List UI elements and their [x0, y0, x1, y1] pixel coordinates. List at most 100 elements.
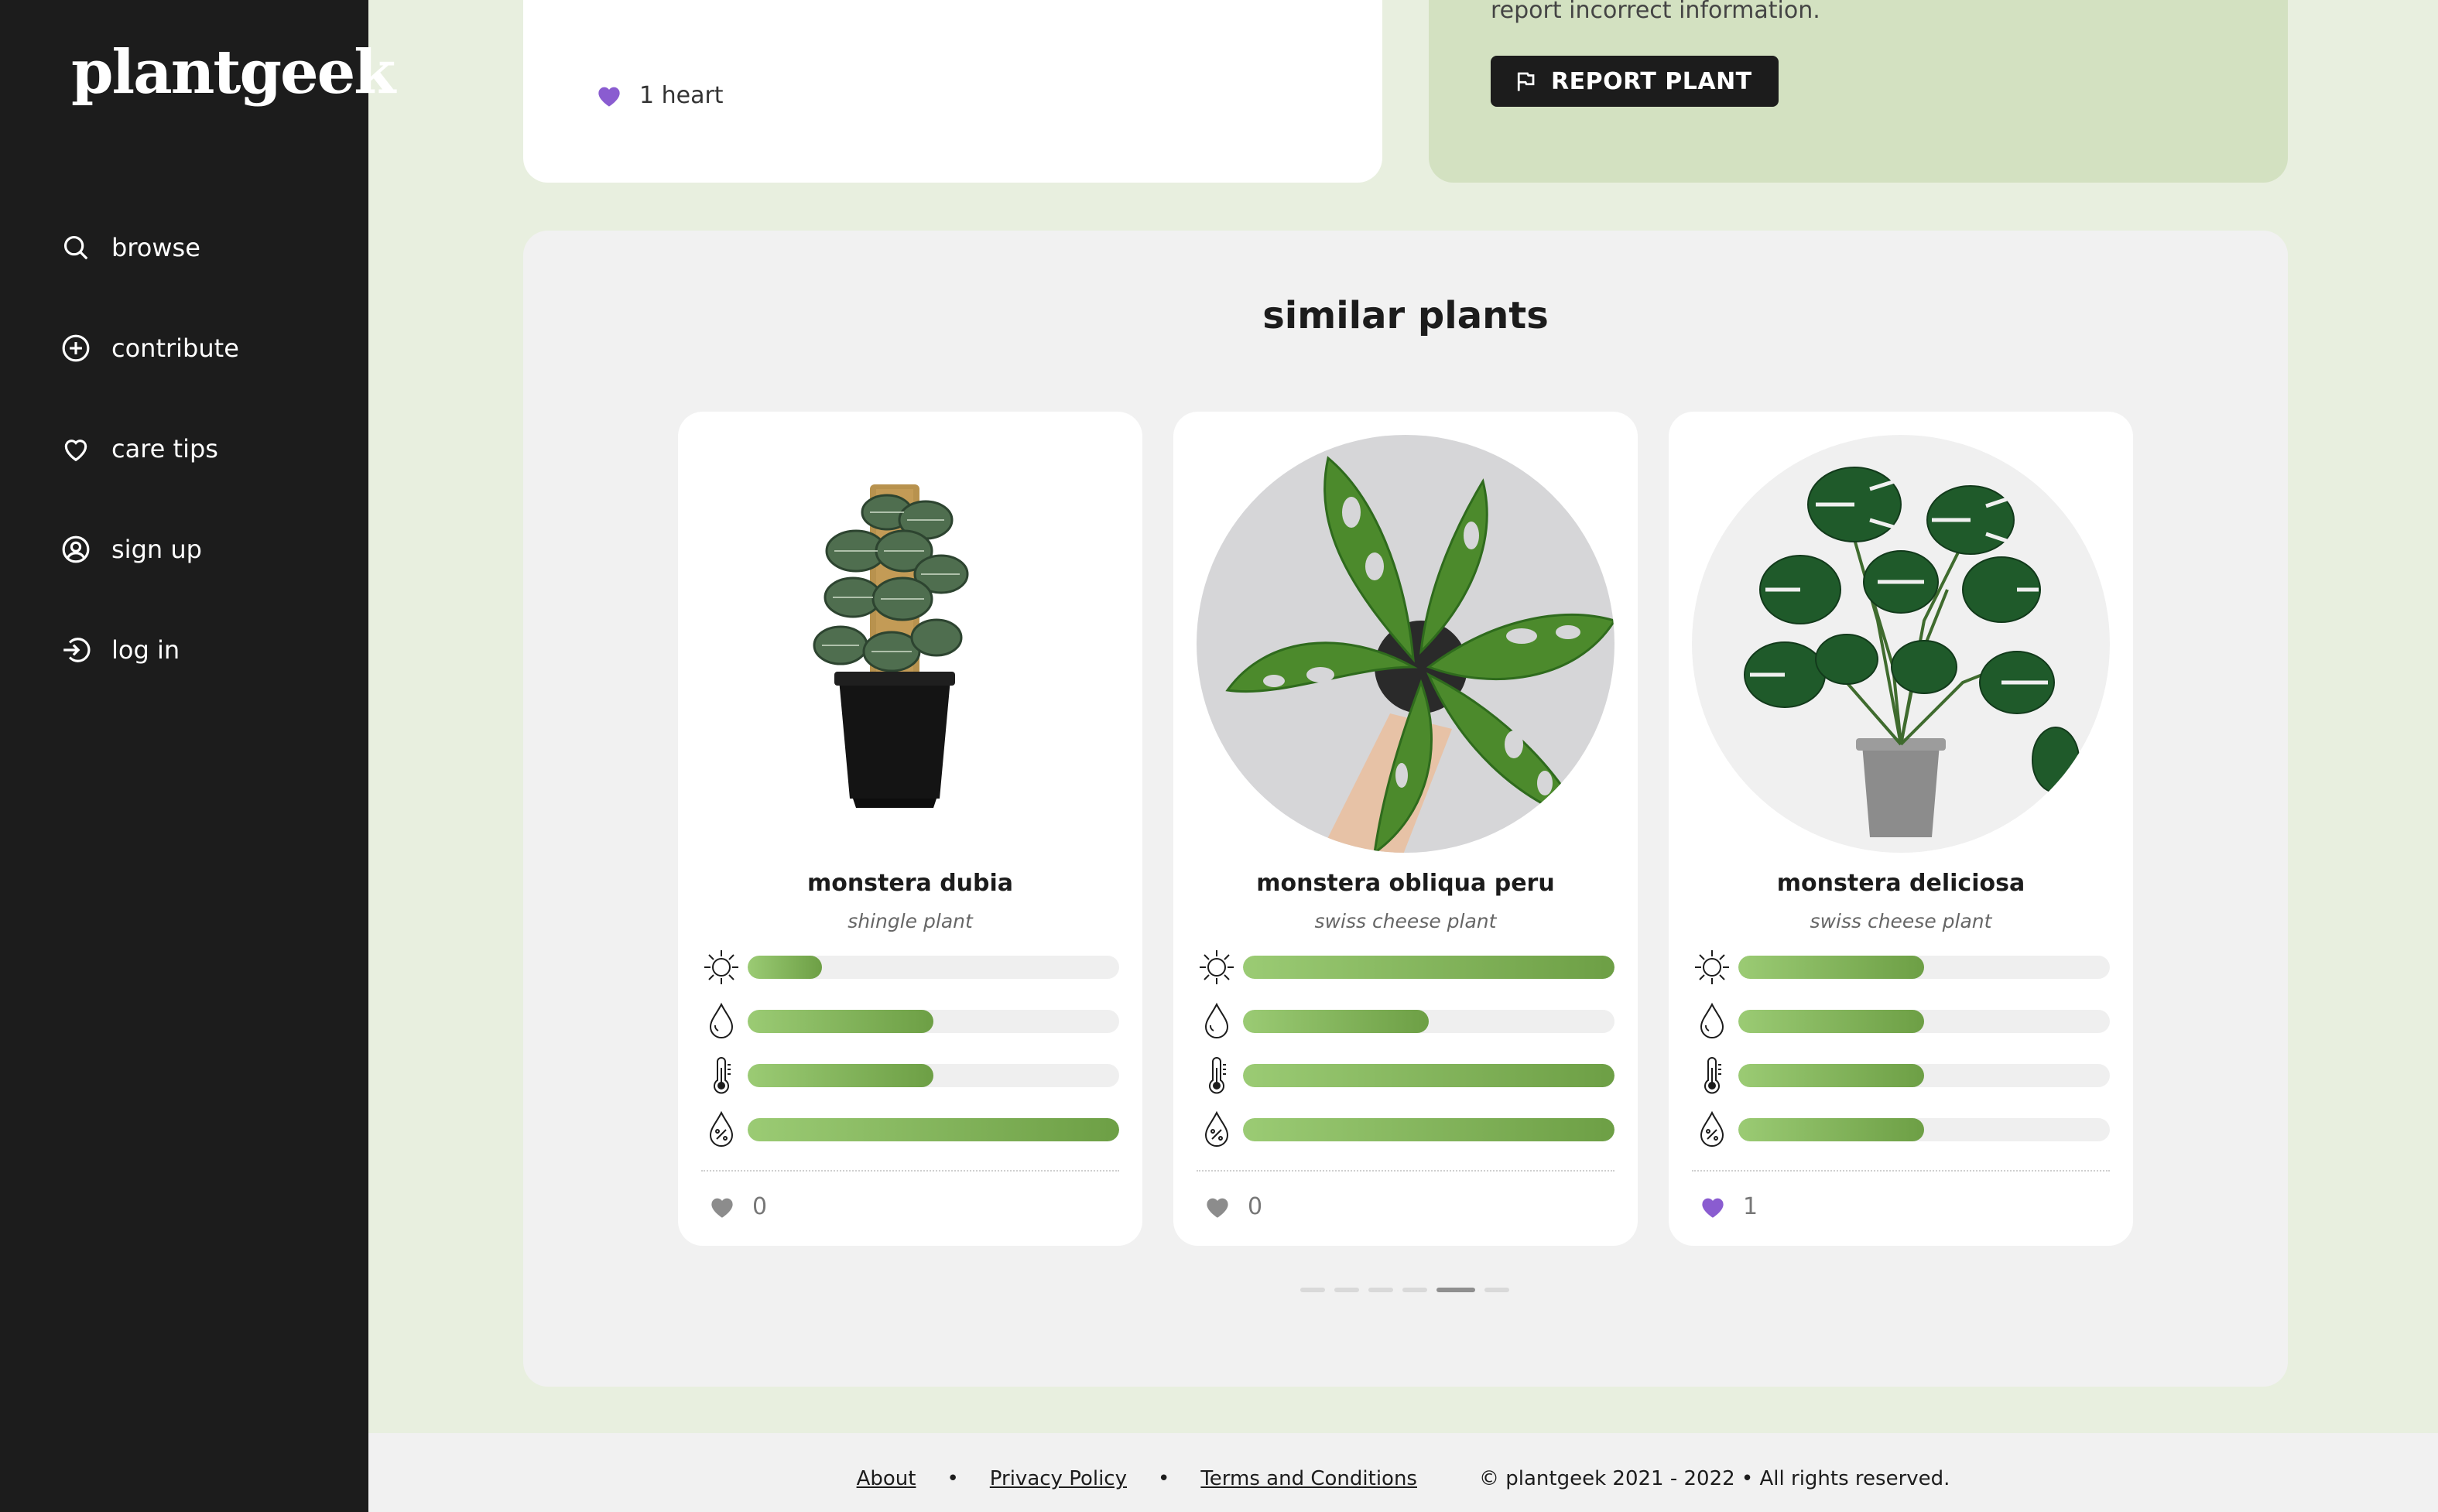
- card-hearts: 0: [1204, 1193, 1262, 1220]
- plant-card-monstera-deliciosa[interactable]: monstera deliciosa swiss cheese plant 1: [1669, 412, 2133, 1246]
- report-text: report incorrect information.: [1491, 0, 1820, 24]
- footer-about-link[interactable]: About: [857, 1467, 916, 1490]
- thermometer-icon: [1209, 1057, 1226, 1094]
- sidebar-item-log-in[interactable]: log in: [60, 627, 180, 673]
- sidebar-item-label: contribute: [111, 334, 239, 363]
- footer: About • Privacy Policy • Terms and Condi…: [368, 1433, 2438, 1512]
- sidebar: plantgeek browse contribute care tips si…: [0, 0, 395, 1512]
- light-fill: [1738, 956, 1924, 979]
- water-drop-icon: [709, 1002, 734, 1038]
- humidity-icon: [709, 1110, 734, 1147]
- carousel-dot[interactable]: [1334, 1288, 1359, 1292]
- humidity-fill: [1243, 1118, 1614, 1141]
- plant-name: monstera deliciosa: [1776, 870, 2025, 897]
- divider: [1197, 1170, 1614, 1172]
- temperature-stat: [1197, 1054, 1614, 1097]
- light-stat: [701, 946, 1119, 989]
- plus-circle-icon: [60, 333, 91, 364]
- heart-icon[interactable]: [709, 1196, 735, 1219]
- login-icon: [60, 635, 91, 665]
- plant-card-monstera-dubia[interactable]: monstera dubia shingle plant 0: [678, 412, 1142, 1246]
- plant-image[interactable]: [1692, 435, 2110, 853]
- temperature-fill: [1243, 1064, 1614, 1087]
- thermometer-icon: [1704, 1057, 1721, 1094]
- sidebar-item-label: browse: [111, 233, 200, 262]
- plant-image[interactable]: [1197, 435, 1614, 853]
- card-hearts: 0: [709, 1193, 767, 1220]
- footer-copyright: © plantgeek 2021 - 2022 • All rights res…: [1478, 1467, 1950, 1490]
- carousel-dots: [1300, 1288, 1519, 1292]
- heart-icon[interactable]: [1700, 1196, 1726, 1219]
- sidebar-item-care-tips[interactable]: care tips: [60, 426, 218, 472]
- heart-count-text: 0: [752, 1193, 768, 1220]
- search-icon: [60, 232, 91, 263]
- humidity-stat: [1197, 1108, 1614, 1151]
- carousel-dot[interactable]: [1484, 1288, 1509, 1292]
- footer-privacy-link[interactable]: Privacy Policy: [990, 1467, 1127, 1490]
- footer-bullet: •: [1158, 1467, 1170, 1490]
- thermometer-icon: [714, 1057, 731, 1094]
- heart-count-text: 0: [1248, 1193, 1263, 1220]
- sun-icon: [1200, 950, 1234, 984]
- sidebar-item-label: care tips: [111, 434, 218, 464]
- sidebar-item-browse[interactable]: browse: [60, 224, 200, 271]
- humidity-icon: [1204, 1110, 1229, 1147]
- carousel-dot[interactable]: [1368, 1288, 1393, 1292]
- report-plant-label: REPORT PLANT: [1551, 67, 1752, 95]
- water-fill: [1738, 1010, 1924, 1033]
- sidebar-item-label: log in: [111, 635, 180, 665]
- plant-common-name: swiss cheese plant: [1314, 910, 1497, 932]
- temperature-fill: [748, 1064, 933, 1087]
- heart-outline-icon: [60, 433, 91, 464]
- water-fill: [1243, 1010, 1429, 1033]
- plant-name: monstera dubia: [806, 870, 1014, 897]
- plant-card-monstera-obliqua-peru[interactable]: monstera obliqua peru swiss cheese plant…: [1173, 412, 1638, 1246]
- water-stat: [1197, 1000, 1614, 1043]
- plant-info-card: 1 heart: [523, 0, 1382, 183]
- divider: [1692, 1170, 2110, 1172]
- temperature-stat: [1692, 1054, 2110, 1097]
- flag-icon: [1517, 72, 1535, 91]
- sidebar-item-sign-up[interactable]: sign up: [60, 526, 202, 573]
- sidebar-item-contribute[interactable]: contribute: [60, 325, 239, 371]
- heart-count-text: 1: [1743, 1193, 1758, 1220]
- user-circle-icon: [60, 534, 91, 565]
- sun-icon: [1695, 950, 1729, 984]
- plant-name: monstera obliqua peru: [1256, 870, 1555, 897]
- footer-bullet: •: [947, 1467, 959, 1490]
- light-stat: [1692, 946, 2110, 989]
- light-fill: [1243, 956, 1614, 979]
- light-stat: [1197, 946, 1614, 989]
- footer-terms-link[interactable]: Terms and Conditions: [1200, 1467, 1417, 1490]
- carousel-dot[interactable]: [1402, 1288, 1427, 1292]
- water-stat: [1692, 1000, 2110, 1043]
- humidity-fill: [748, 1118, 1119, 1141]
- divider: [701, 1170, 1119, 1172]
- plantgeek-logo[interactable]: plantgeek: [71, 37, 395, 108]
- plant-common-name: shingle plant: [847, 910, 973, 932]
- plant-common-name: swiss cheese plant: [1810, 910, 1992, 932]
- temperature-fill: [1738, 1064, 1924, 1087]
- similar-plants-panel: similar plants monstera dubia shingle pl…: [523, 231, 2288, 1387]
- humidity-stat: [701, 1108, 1119, 1151]
- sidebar-item-label: sign up: [111, 535, 202, 564]
- water-drop-icon: [1204, 1002, 1229, 1038]
- water-fill: [748, 1010, 933, 1033]
- humidity-fill: [1738, 1118, 1924, 1141]
- heart-filled-icon[interactable]: [596, 84, 622, 108]
- heart-count: 1 heart: [596, 82, 724, 109]
- humidity-stat: [1692, 1108, 2110, 1151]
- sun-icon: [704, 950, 738, 984]
- carousel-dot[interactable]: [1300, 1288, 1325, 1292]
- plant-image[interactable]: [701, 435, 1119, 853]
- heart-icon[interactable]: [1204, 1196, 1231, 1219]
- water-stat: [701, 1000, 1119, 1043]
- report-plant-button[interactable]: REPORT PLANT: [1491, 56, 1779, 107]
- heart-count-text: 1 heart: [639, 82, 724, 109]
- carousel-dot[interactable]: [1436, 1288, 1475, 1292]
- light-fill: [748, 956, 822, 979]
- similar-plants-title: similar plants: [1262, 294, 1549, 337]
- humidity-icon: [1700, 1110, 1724, 1147]
- report-card: report incorrect information. REPORT PLA…: [1429, 0, 2288, 183]
- card-hearts: 1: [1700, 1193, 1758, 1220]
